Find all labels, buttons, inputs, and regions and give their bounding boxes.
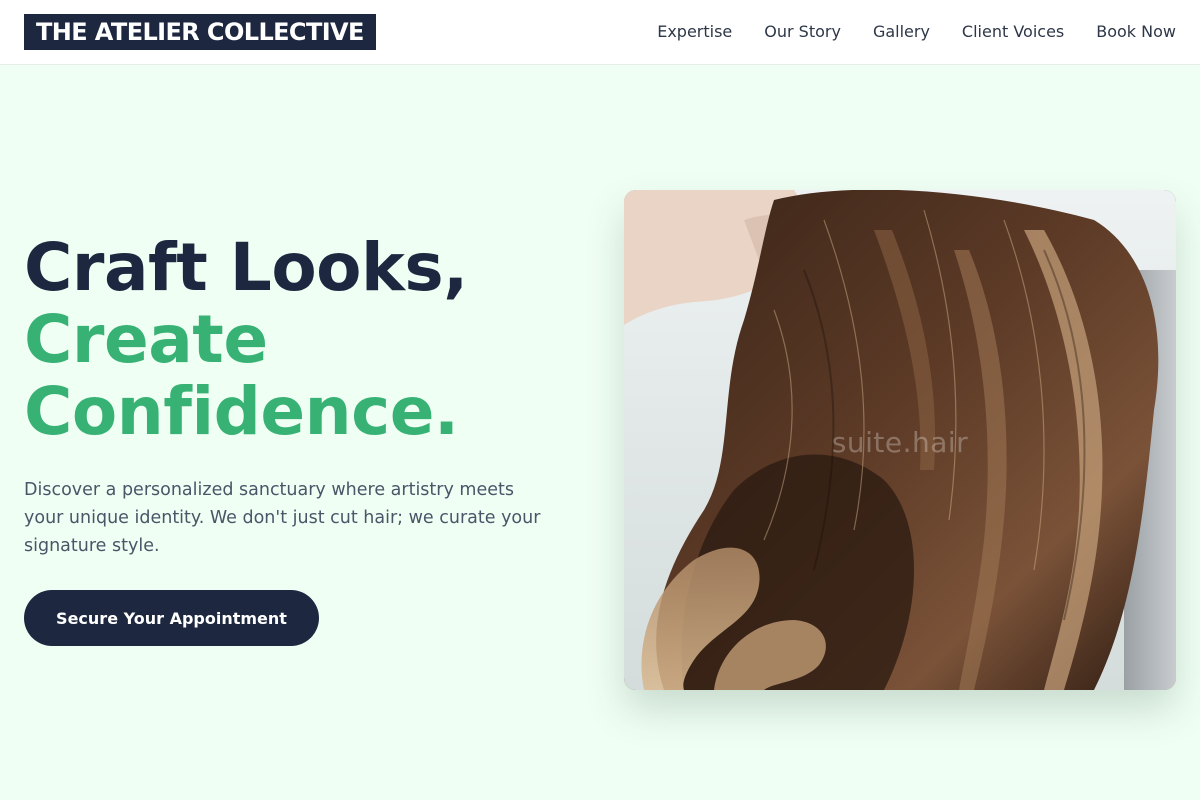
hero-headline: Craft Looks, Create Confidence. (24, 232, 564, 448)
nav-link-expertise[interactable]: Expertise (657, 22, 732, 41)
nav-link-our-story[interactable]: Our Story (764, 22, 841, 41)
headline-line-1: Craft Looks, (24, 229, 468, 306)
hair-photo-illustration (624, 190, 1176, 690)
nav-link-gallery[interactable]: Gallery (873, 22, 930, 41)
hero-description: Discover a personalized sanctuary where … (24, 480, 541, 556)
secure-appointment-button[interactable]: Secure Your Appointment (24, 590, 319, 646)
main-nav: Expertise Our Story Gallery Client Voice… (657, 0, 1176, 62)
nav-link-book-now[interactable]: Book Now (1096, 22, 1176, 41)
top-navigation-bar: THE ATELIER COLLECTIVE Expertise Our Sto… (0, 0, 1200, 65)
brand-logo[interactable]: THE ATELIER COLLECTIVE (24, 14, 376, 50)
nav-link-client-voices[interactable]: Client Voices (962, 22, 1064, 41)
headline-line-3: Confidence. (24, 373, 459, 450)
hero-text-block: Craft Looks, Create Confidence. Discover… (24, 232, 564, 560)
headline-line-2: Create (24, 301, 268, 378)
hero-hair-photo: suite.hair (624, 190, 1176, 690)
